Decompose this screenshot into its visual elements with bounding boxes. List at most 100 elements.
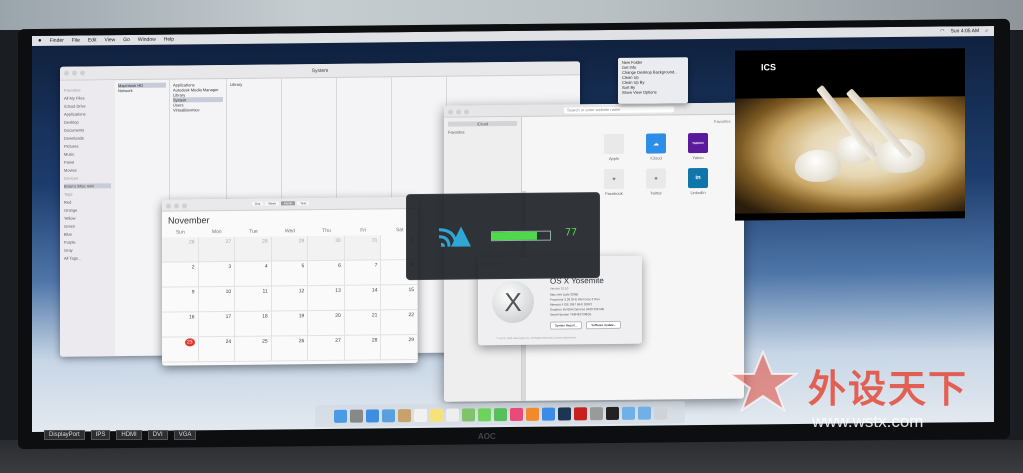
calendar-day-cell[interactable]: 28 [235,236,272,262]
sidebar-tab-icloud[interactable]: iCloud [448,120,517,127]
dock-trash-icon[interactable] [653,405,667,420]
close-button[interactable] [64,70,69,76]
calendar-day-cell[interactable]: 22 [381,309,418,336]
sidebar-item[interactable]: Documents [64,127,111,132]
sidebar-item[interactable]: iCloud Drive [64,103,111,108]
software-update-button[interactable]: Software Update... [586,320,622,330]
zoom-button[interactable] [464,109,469,115]
zoom-button[interactable] [80,70,85,76]
calendar-day-cell[interactable]: 29 [271,236,309,262]
minimize-button[interactable] [174,203,179,209]
favorite-icloud[interactable]: ☁ iCloud [636,133,676,161]
calendar-day-cell[interactable]: 24 [198,336,236,363]
sidebar-item[interactable]: Music [64,151,111,157]
sidebar-item[interactable]: Desktop [64,119,111,125]
tag-orange[interactable]: Orange [64,207,111,213]
calendar-day-cell[interactable]: 3 [198,261,236,288]
calendar-day-cell[interactable]: 31 [344,235,382,261]
calendar-day-cell[interactable]: 25 [235,336,272,362]
calendar-day-cell[interactable]: 10 [198,286,236,313]
calendar-day-cell[interactable]: 30 [308,235,345,262]
zoom-button[interactable] [182,203,187,209]
favorite-linkedin[interactable]: in LinkedIn [678,167,718,195]
dock-itunes-icon[interactable] [509,407,523,421]
calendar-day-cell[interactable]: 4 [235,261,272,287]
dock-mail-icon[interactable] [381,408,395,422]
sidebar-item[interactable]: Movies [64,167,111,173]
dock-ibooks-icon[interactable] [525,407,539,421]
favorite-facebook[interactable]: ✦ Facebook [594,168,634,196]
dock-maps-icon[interactable] [461,407,475,422]
menu-edit[interactable]: Edit [88,37,97,43]
dock-notes-icon[interactable] [429,408,443,422]
close-button[interactable] [166,203,171,209]
column-item[interactable]: Library [230,81,278,87]
sidebar-item[interactable]: Applications [64,111,111,116]
minimize-button[interactable] [456,109,461,115]
menu-finder[interactable]: Finder [50,38,64,44]
tag-red[interactable]: Red [64,199,111,205]
calendar-day-cell[interactable]: 23 [162,337,199,363]
calendar-day-cell[interactable]: 2 [162,262,199,288]
calendar-day-cell[interactable]: 15 [381,284,418,311]
calendar-day-cell[interactable]: 11 [235,286,272,312]
dock-finder-icon[interactable] [333,409,347,423]
calendar-day-cell[interactable]: 5 [271,261,309,287]
favorite-twitter[interactable]: ✦ Twitter [636,168,676,196]
tag-all[interactable]: All Tags... [64,255,111,261]
sidebar-item[interactable]: Downloads [64,135,111,140]
system-report-button[interactable]: System Report... [550,321,583,330]
address-bar[interactable]: Search or enter website name [564,106,674,114]
dock-messages-icon[interactable] [477,407,491,421]
tag-blue[interactable]: Blue [64,231,111,237]
dock-photoshop-icon[interactable] [557,406,571,421]
calendar-day-cell[interactable]: 27 [198,236,236,263]
sidebar-item[interactable]: All My Files [64,95,111,100]
minimize-button[interactable] [72,70,77,76]
calendar-day-cell[interactable]: 17 [198,311,236,338]
sidebar-item[interactable]: Panel [64,159,111,165]
calendar-day-cell[interactable]: 29 [381,334,418,361]
calendar-day-cell[interactable]: 19 [271,311,309,337]
menu-item-view-options[interactable]: Show View Options [622,89,684,94]
dock-appstore-icon[interactable] [541,407,555,421]
calendar-day-cell[interactable]: 13 [308,285,345,312]
calendar-day-cell[interactable]: 9 [162,287,199,313]
tab-month[interactable]: Month [280,201,296,206]
calendar-day-cell[interactable]: 26 [162,237,199,263]
tab-year[interactable]: Year [297,201,310,206]
calendar-day-cell[interactable]: 21 [344,310,382,336]
menu-file[interactable]: File [72,38,80,44]
calendar-day-cell[interactable]: 18 [235,311,272,337]
dock-folder-icon[interactable] [621,406,635,420]
menu-view[interactable]: View [105,37,116,43]
tab-day[interactable]: Day [252,201,264,206]
column-item[interactable]: VirtualBoxmice [173,107,223,112]
calendar-day-cell[interactable]: 28 [344,335,382,361]
dock-preferences-icon[interactable] [589,406,603,420]
dock-safari-icon[interactable] [365,408,379,423]
column-item[interactable]: Network [118,88,166,93]
dock-launchpad-icon[interactable] [349,409,363,423]
sidebar-favorites[interactable]: Favorites [448,129,517,135]
dock-downloads-icon[interactable] [637,406,651,420]
dock-facetime-icon[interactable] [493,407,507,421]
calendar-day-cell[interactable]: 12 [271,286,309,312]
spotlight-icon[interactable]: ⌕ [985,28,988,34]
dock-reminders-icon[interactable] [445,408,459,422]
calendar-day-cell[interactable]: 6 [308,260,345,287]
dock-contacts-icon[interactable] [397,408,411,422]
menu-help[interactable]: Help [164,37,174,43]
wifi-icon[interactable]: ◠ [940,28,944,34]
tag-green[interactable]: Green [64,223,111,229]
favorite-yahoo[interactable]: YAHOO! Yahoo [678,132,718,160]
menu-window[interactable]: Window [138,37,156,43]
sidebar-item-device[interactable]: Brian's iMac mini [64,183,111,189]
close-button[interactable] [448,109,453,115]
calendar-day-cell[interactable]: 7 [344,260,382,286]
menubar-clock[interactable]: Sun 4:05 AM [951,28,980,34]
dock-acrobat-icon[interactable] [573,406,587,420]
tag-gray[interactable]: Gray [64,247,111,253]
calendar-day-cell[interactable]: 26 [271,336,309,362]
calendar-day-cell[interactable]: 27 [308,335,345,362]
